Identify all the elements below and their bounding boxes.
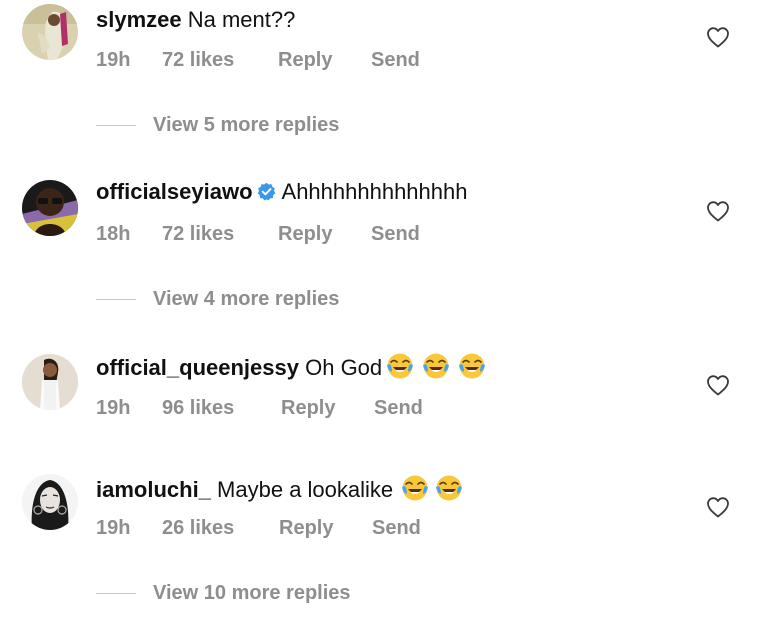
comment-time: 18h <box>96 223 131 245</box>
comment-text: Ahhhhhhhhhhhhhh <box>281 179 468 204</box>
avatar[interactable] <box>22 474 78 530</box>
comment-meta: 19h 26 likes Reply Send <box>96 516 421 540</box>
comment-line: officialseyiawo Ahhhhhhhhhhhhhh <box>96 178 467 206</box>
comment-time: 19h <box>96 517 131 539</box>
comment-likes[interactable]: 96 likes <box>162 396 281 420</box>
face-with-tears-of-joy-emoji <box>459 353 486 379</box>
comment-meta: 19h 96 likes Reply Send <box>96 396 423 420</box>
heart-outline-icon[interactable] <box>706 496 730 518</box>
comment-line: official_queenjessy Oh God <box>96 352 486 382</box>
comment-time: 19h <box>96 49 131 71</box>
heart-outline-icon[interactable] <box>706 200 730 222</box>
face-with-tears-of-joy-emoji <box>423 353 450 379</box>
comment-likes[interactable]: 72 likes <box>162 48 278 72</box>
comment-likes[interactable]: 72 likes <box>162 222 278 246</box>
comment-username[interactable]: official_queenjessy <box>96 355 299 380</box>
view-replies-label[interactable]: View 10 more replies <box>153 581 351 605</box>
avatar[interactable] <box>22 354 78 410</box>
send-button[interactable]: Send <box>374 396 423 420</box>
comment-text: Maybe a lookalike <box>217 477 394 502</box>
view-replies-label[interactable]: View 4 more replies <box>153 287 339 311</box>
avatar[interactable] <box>22 180 78 236</box>
heart-outline-icon[interactable] <box>706 374 730 396</box>
comment-likes[interactable]: 26 likes <box>162 516 279 540</box>
reply-button[interactable]: Reply <box>278 222 371 246</box>
reply-button[interactable]: Reply <box>278 48 371 72</box>
verified-badge-icon <box>257 182 275 201</box>
comment-meta: 18h 72 likes Reply Send <box>96 222 420 246</box>
comment-text: Na ment?? <box>187 7 296 32</box>
reply-button[interactable]: Reply <box>279 516 372 540</box>
thread-divider <box>96 593 136 594</box>
thread-divider <box>96 299 136 300</box>
send-button[interactable]: Send <box>372 516 421 540</box>
reply-button[interactable]: Reply <box>281 396 374 420</box>
send-button[interactable]: Send <box>371 222 420 246</box>
comment-username[interactable]: officialseyiawo <box>96 179 253 204</box>
comment-username[interactable]: iamoluchi_ <box>96 477 211 502</box>
heart-outline-icon[interactable] <box>706 26 730 48</box>
send-button[interactable]: Send <box>371 48 420 72</box>
face-with-tears-of-joy-emoji <box>387 353 414 379</box>
face-with-tears-of-joy-emoji <box>402 475 429 501</box>
avatar[interactable] <box>22 4 78 60</box>
comment-username[interactable]: slymzee <box>96 7 182 32</box>
comment-meta: 19h 72 likes Reply Send <box>96 48 420 72</box>
thread-divider <box>96 125 136 126</box>
comment-time: 19h <box>96 397 131 419</box>
face-with-tears-of-joy-emoji <box>436 475 463 501</box>
comment-line: iamoluchi_ Maybe a lookalike <box>96 474 463 504</box>
view-replies-label[interactable]: View 5 more replies <box>153 113 339 137</box>
comment-text: Oh God <box>305 355 383 380</box>
comment-line: slymzee Na ment?? <box>96 6 295 34</box>
